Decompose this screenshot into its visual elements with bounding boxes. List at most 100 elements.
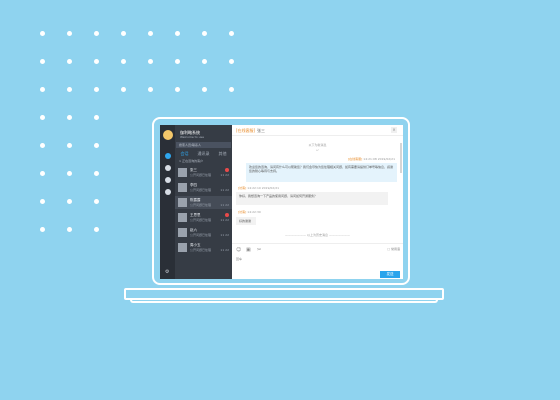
decorative-dot	[148, 87, 153, 92]
list-item[interactable]: 陈露露 公开问题已处理 11 22	[175, 196, 232, 209]
laptop-base-edge	[130, 300, 438, 303]
decorative-dot	[40, 171, 45, 176]
chat-panel: [在线客服] 张三 × 以下为新消息 ↵ [在线客服] 14:21:08 201…	[232, 125, 403, 279]
decorative-dot	[67, 115, 72, 120]
list-item[interactable]: 王思思 公开问题已处理 11 22	[175, 211, 232, 224]
decorative-dot	[175, 59, 180, 64]
decorative-dot	[40, 87, 45, 92]
tab-other[interactable]: 其他	[213, 150, 232, 157]
sender-name: [在线客服]	[347, 157, 363, 161]
close-icon[interactable]: ×	[391, 127, 397, 133]
decorative-dot	[94, 115, 99, 120]
decorative-dot	[40, 227, 45, 232]
decorative-dot	[67, 227, 72, 232]
avatar	[178, 213, 187, 222]
outgoing-message: 欢迎您的咨询，请问有什么可以帮助您？我们会尽快为您处理相关问题，如有需要请提供订…	[246, 163, 397, 182]
message-meta: [访客] 14:22:30	[238, 210, 261, 215]
decorative-dot	[202, 59, 207, 64]
contact-status: 公开问题已处理	[190, 218, 212, 222]
decorative-dot	[148, 59, 153, 64]
decorative-dot	[94, 199, 99, 204]
decorative-dot	[67, 171, 72, 176]
account-subtitle: Welcome to use	[180, 135, 204, 139]
decorative-dot	[94, 87, 99, 92]
decorative-dot	[67, 59, 72, 64]
decorative-dot	[121, 31, 126, 36]
avatar	[178, 228, 187, 237]
tab-contacts[interactable]: 通讯录	[194, 150, 213, 157]
contact-meta: 11 22	[220, 233, 229, 237]
scissors-icon[interactable]: ✂	[257, 247, 263, 253]
gear-icon[interactable]: ⚙	[165, 269, 171, 275]
avatar	[178, 243, 187, 252]
decorative-dot	[67, 87, 72, 92]
send-button[interactable]: 发送	[380, 271, 400, 278]
avatar	[178, 168, 187, 177]
contact-meta: 11 22	[220, 188, 229, 192]
return-icon: ↵	[316, 148, 319, 152]
decorative-dot	[202, 31, 207, 36]
decorative-dot	[148, 31, 153, 36]
decorative-dot	[121, 59, 126, 64]
decorative-dot	[67, 143, 72, 148]
list-item[interactable]: 周小玉 公开问题已处理 11 22	[175, 241, 232, 254]
icon-rail: ⚙	[160, 125, 175, 279]
list-item[interactable]: 张三 公开问题已处理 11 22	[175, 166, 232, 179]
chat-icon[interactable]	[165, 153, 171, 159]
composer: ☺ ▣ ✂ □ 常用语 回车 发送	[232, 243, 403, 279]
decorative-dot	[175, 31, 180, 36]
contact-status: 公开问题已处理	[190, 173, 212, 177]
search-input[interactable]: 搜索人员/联系人	[176, 142, 231, 148]
emoji-icon[interactable]: ☺	[236, 247, 242, 253]
contact-meta: 11 22	[220, 173, 229, 177]
list-item[interactable]: 李四 公开问题已处理 11 22	[175, 181, 232, 194]
decorative-dot	[40, 115, 45, 120]
user-avatar[interactable]	[163, 130, 173, 140]
decorative-dot	[40, 59, 45, 64]
quick-reply-toggle[interactable]: □ 常用语	[387, 247, 400, 252]
decorative-dot	[40, 199, 45, 204]
decorative-dot	[40, 143, 45, 148]
message-meta: [在线客服] 14:21:08 2019/02/21	[348, 157, 395, 162]
decorative-dot	[67, 31, 72, 36]
unread-badge	[225, 168, 229, 172]
avatar	[178, 183, 187, 192]
incoming-message: 你好，我想咨询一下产品的使用问题，请问如何开通服务？	[236, 192, 388, 205]
message-time: 14:22:10 2019/02/21	[246, 186, 280, 190]
contact-meta: 11 22	[220, 203, 229, 207]
conversation-list: 伽利略系统 Welcome to use 搜索人员/联系人 会话 通讯录 其他 …	[175, 125, 232, 279]
history-icon[interactable]	[165, 177, 171, 183]
decorative-dot	[121, 87, 126, 92]
chat-app-window: ⚙ 伽利略系统 Welcome to use 搜索人员/联系人 会话 通讯录 其…	[160, 125, 403, 279]
settings-icon[interactable]	[165, 189, 171, 195]
list-item[interactable]: 赵六 公开问题已处理 11 22	[175, 226, 232, 239]
chat-title-tag: [在线客服]	[236, 128, 256, 133]
decorative-dot	[202, 87, 207, 92]
decorative-dot	[229, 59, 234, 64]
contact-status: 公开问题已处理	[190, 233, 212, 237]
chat-title-name: 张三	[257, 128, 265, 133]
decorative-dot	[40, 31, 45, 36]
laptop-base	[124, 288, 444, 300]
decorative-dot	[94, 143, 99, 148]
image-icon[interactable]: ▣	[246, 247, 252, 253]
message-time: 14:22:30	[246, 210, 261, 214]
contacts-icon[interactable]	[165, 165, 171, 171]
message-time: 14:21:08 2019/02/21	[362, 157, 395, 161]
contact-status: 公开问题已处理	[190, 188, 212, 192]
chat-header: [在线客服] 张三 ×	[232, 125, 403, 136]
tab-chats[interactable]: 会话	[175, 150, 194, 157]
contact-status: 公开问题已处理	[190, 248, 212, 252]
contact-meta: 11 22	[220, 218, 229, 222]
composer-hint: 回车	[236, 257, 243, 261]
contact-meta: 11 22	[220, 248, 229, 252]
decorative-dot	[94, 59, 99, 64]
decorative-dot	[229, 87, 234, 92]
decorative-dot	[67, 199, 72, 204]
decorative-dot	[94, 31, 99, 36]
incoming-message: 好的谢谢	[236, 217, 256, 225]
group-label[interactable]: ∨ 正在咨询的客户	[179, 159, 203, 164]
avatar	[178, 198, 187, 207]
history-divider: ——————— 以上为历史消息 ———————	[285, 233, 350, 237]
decorative-dot	[175, 87, 180, 92]
